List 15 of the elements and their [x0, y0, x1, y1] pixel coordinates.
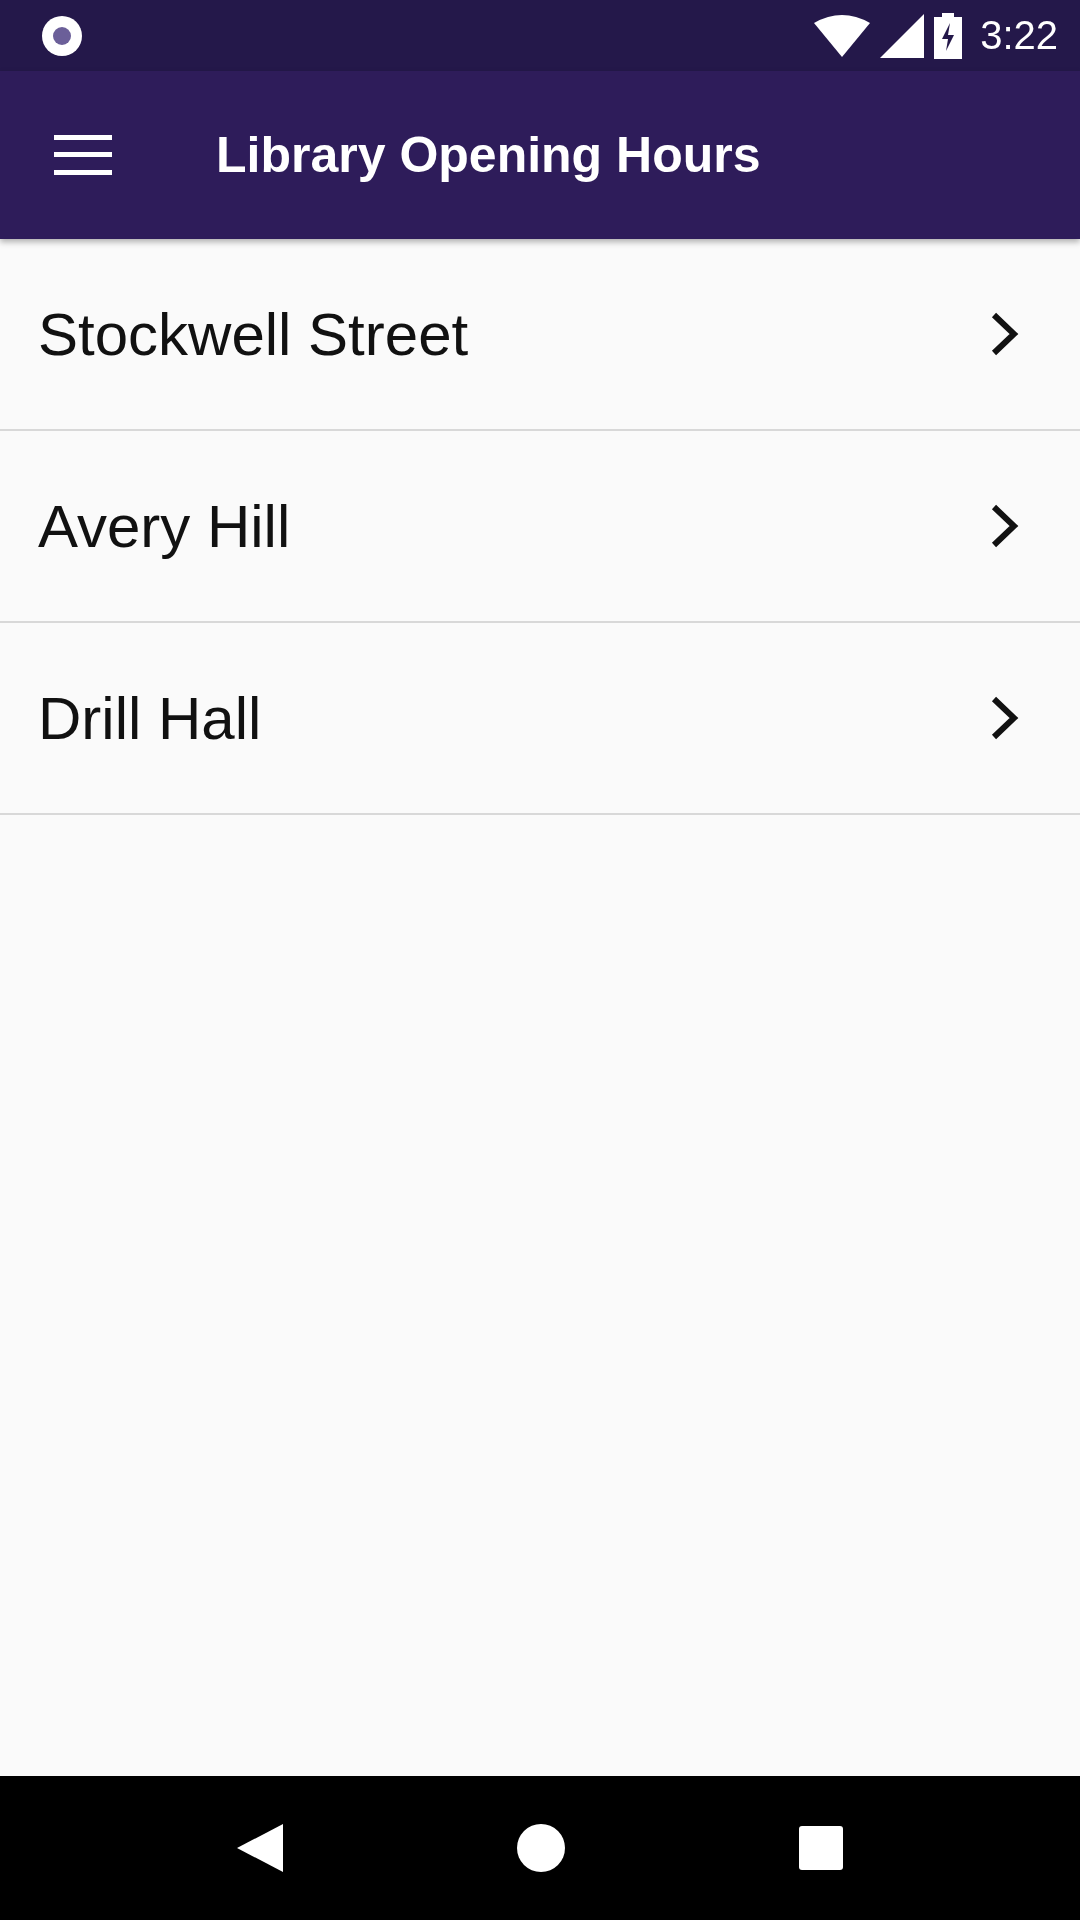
chevron-right-icon [990, 311, 1020, 357]
battery-icon [934, 12, 963, 59]
location-item[interactable]: Drill Hall [0, 623, 1080, 815]
app-title: Library Opening Hours [216, 126, 761, 184]
record-icon [40, 13, 84, 58]
location-item[interactable]: Avery Hill [0, 431, 1080, 623]
clock-time: 3:22 [980, 13, 1058, 58]
wifi-icon [814, 14, 871, 57]
chevron-right-icon [990, 695, 1020, 741]
home-icon[interactable] [517, 1824, 565, 1872]
location-item[interactable]: Stockwell Street [0, 239, 1080, 431]
back-icon[interactable] [237, 1824, 283, 1872]
signal-icon [880, 13, 925, 58]
menu-icon[interactable] [54, 135, 112, 175]
chevron-right-icon [990, 503, 1020, 549]
